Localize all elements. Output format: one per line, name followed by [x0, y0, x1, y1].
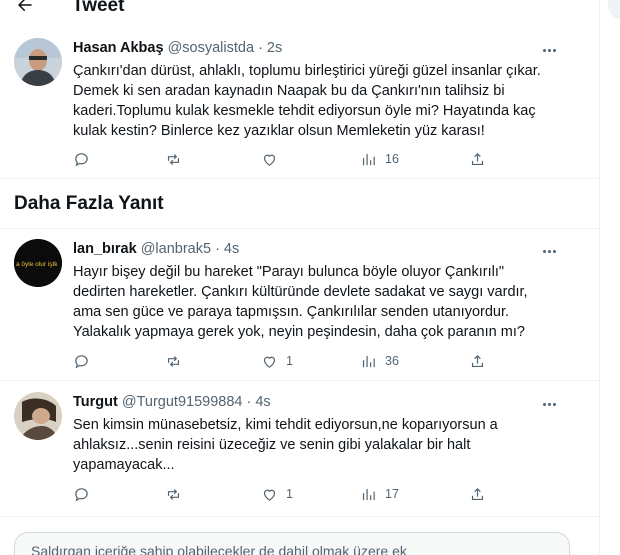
views-icon [362, 355, 375, 367]
more-icon[interactable] [538, 244, 560, 258]
share-icon [471, 152, 484, 165]
like-icon [263, 356, 276, 368]
avatar-caption: a öyle olur iştk [16, 261, 58, 268]
retweet-icon [167, 153, 180, 165]
show-more-replies-notice[interactable]: Saldırgan içeriğe sahip olabilecekler de… [14, 532, 570, 555]
view-count: 17 [385, 487, 399, 501]
view-count: 16 [385, 152, 399, 166]
like-count: 1 [286, 487, 293, 501]
share-button[interactable] [469, 148, 486, 170]
author-name[interactable]: Turgut [73, 394, 118, 410]
share-button[interactable] [469, 483, 486, 505]
views-button[interactable]: 36 [360, 350, 399, 372]
timestamp[interactable]: · 2s [258, 40, 282, 56]
right-sidebar [600, 0, 620, 555]
section-title: Daha Fazla Yanıt [14, 193, 164, 214]
top-bar: Tweet [0, 0, 599, 26]
reply-icon [75, 487, 88, 501]
author-name[interactable]: Hasan Akbaş [73, 40, 164, 56]
more-icon[interactable] [538, 397, 560, 411]
page-title: Tweet [72, 0, 125, 16]
author-name[interactable]: lan_bırak [73, 241, 137, 257]
like-button[interactable]: 1 [261, 483, 293, 505]
tweet-header: lan_bırak @lanbrak5 · 4s [73, 241, 239, 257]
tweet-text: Çankırı'dan dürüst, ahlaklı, toplumu bir… [73, 63, 541, 139]
reply-icon [75, 152, 88, 166]
author-handle[interactable]: @lanbrak5 [141, 241, 211, 257]
reply-button[interactable] [73, 483, 90, 505]
like-count: 1 [286, 354, 293, 368]
retweet-button[interactable] [165, 483, 182, 505]
share-button[interactable] [469, 350, 486, 372]
tweet-text: Hayır bişey değil bu hareket "Parayı bul… [73, 264, 528, 340]
more-icon[interactable] [538, 43, 560, 57]
views-icon [362, 153, 375, 165]
timestamp[interactable]: · 4s [215, 241, 239, 257]
like-icon [263, 489, 276, 501]
share-icon [471, 487, 484, 500]
retweet-button[interactable] [165, 350, 182, 372]
tweet-header: Turgut @Turgut91599884 · 4s [73, 394, 271, 410]
share-icon [471, 354, 484, 367]
views-button[interactable]: 16 [360, 148, 399, 170]
tweet[interactable]: Hasan Akbaş @sosyalistda · 2s Çankırı'da… [0, 28, 599, 179]
avatar[interactable]: a öyle olur iştk [14, 239, 62, 287]
timestamp[interactable]: · 4s [247, 394, 271, 410]
tweet[interactable]: Turgut @Turgut91599884 · 4s Sen kimsin m… [0, 382, 599, 517]
tweet[interactable]: a öyle olur iştk lan_bırak @lanbrak5 · 4… [0, 228, 599, 381]
reply-icon [75, 354, 88, 368]
search-box[interactable] [608, 0, 620, 20]
retweet-button[interactable] [165, 148, 182, 170]
reply-button[interactable] [73, 350, 90, 372]
view-count: 36 [385, 354, 399, 368]
tweet-actions: 1 36 [73, 350, 493, 372]
views-icon [362, 488, 375, 500]
reply-button[interactable] [73, 148, 90, 170]
author-handle[interactable]: @sosyalistda [168, 40, 254, 56]
views-button[interactable]: 17 [360, 483, 399, 505]
avatar[interactable] [14, 38, 62, 86]
author-handle[interactable]: @Turgut91599884 [122, 394, 243, 410]
retweet-icon [167, 355, 180, 367]
like-icon [263, 154, 276, 166]
retweet-icon [167, 488, 180, 500]
like-button[interactable] [261, 148, 286, 170]
tweet-actions: 16 [73, 148, 493, 170]
tweet-header: Hasan Akbaş @sosyalistda · 2s [73, 40, 282, 56]
main-column: Tweet Hasan Akbaş @sosyalistda · 2s Çank… [0, 0, 600, 555]
back-arrow-icon[interactable] [14, 0, 36, 16]
like-button[interactable]: 1 [261, 350, 293, 372]
tweet-actions: 1 17 [73, 483, 493, 505]
tweet-text: Sen kimsin münasebetsiz, kimi tehdit edi… [73, 417, 498, 473]
notice-text: Saldırgan içeriğe sahip olabilecekler de… [31, 543, 407, 555]
avatar[interactable] [14, 392, 62, 440]
